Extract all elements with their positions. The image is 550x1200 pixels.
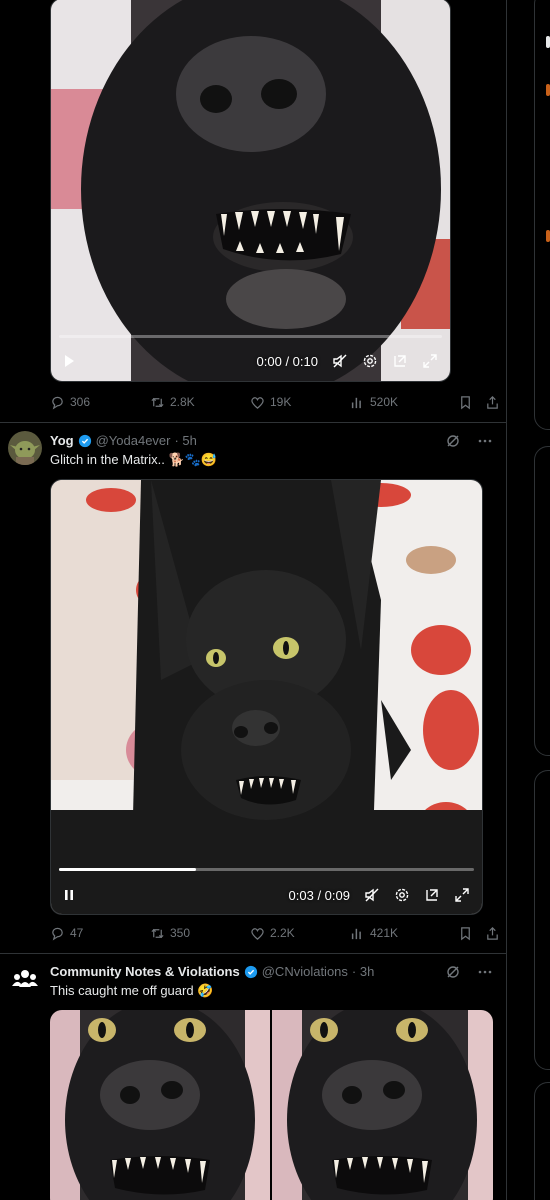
sidebar-card-text-fragment [546, 84, 550, 96]
pip-icon[interactable] [392, 353, 408, 369]
fullscreen-icon[interactable] [422, 353, 438, 369]
post-time[interactable]: · 3h [352, 964, 374, 979]
reply-count: 306 [70, 395, 91, 409]
post-3-text: This caught me off guard 🤣 [50, 983, 214, 998]
post-2[interactable]: Yog @Yoda4ever · 5h Glitch in the Matrix… [0, 423, 506, 953]
reply-button[interactable]: 47 [50, 926, 150, 941]
bookmark-icon[interactable] [458, 395, 473, 410]
repost-count: 2.8K [170, 395, 195, 409]
pip-icon[interactable] [424, 887, 440, 903]
video-progress-track[interactable] [59, 335, 442, 338]
sidebar-card[interactable] [534, 1082, 550, 1200]
settings-icon[interactable] [394, 887, 410, 903]
video-progress-track[interactable] [59, 868, 474, 871]
heart-icon [251, 927, 264, 940]
mute-icon[interactable] [364, 887, 380, 903]
grok-icon[interactable] [445, 964, 461, 980]
settings-icon[interactable] [362, 353, 378, 369]
video-time: 0:03 / 0:09 [288, 887, 350, 903]
post-3-header: Community Notes & Violations @CNviolatio… [50, 964, 374, 979]
dog-photo-left[interactable] [50, 1010, 270, 1200]
avatar[interactable] [8, 431, 42, 465]
share-icon[interactable] [485, 395, 500, 410]
post-1-video[interactable]: 0:00 / 0:10 [50, 0, 451, 382]
post-3-media-grid[interactable] [50, 1010, 493, 1200]
post-1-actions: 306 2.8K 19K 520K [50, 394, 500, 410]
reply-icon [52, 396, 63, 409]
view-count: 520K [370, 395, 399, 409]
repost-button[interactable]: 2.8K [150, 395, 250, 410]
repost-icon [151, 397, 164, 407]
more-icon[interactable] [477, 433, 493, 449]
post-time[interactable]: · 5h [174, 433, 196, 448]
reply-icon [52, 927, 63, 940]
like-count: 19K [270, 395, 292, 409]
sidebar-card[interactable] [534, 446, 550, 756]
play-icon[interactable] [61, 353, 77, 369]
sidebar-card-text-fragment [546, 230, 550, 242]
reply-button[interactable]: 306 [50, 395, 150, 410]
heart-icon [251, 396, 264, 409]
grok-icon[interactable] [445, 433, 461, 449]
post-2-actions: 47 350 2.2K 421K [50, 925, 500, 941]
reply-count: 47 [70, 926, 84, 940]
timeline-feed: 0:00 / 0:10 306 2.8K 19K 520K Yog @Yoda4… [0, 0, 507, 1200]
sidebar-card[interactable] [534, 0, 550, 430]
views-button[interactable]: 520K [350, 395, 450, 410]
video-progress-fill [59, 868, 196, 871]
mute-icon[interactable] [332, 353, 348, 369]
video-controls: 0:03 / 0:09 [61, 885, 470, 905]
post-3[interactable]: Community Notes & Violations @CNviolatio… [0, 954, 506, 1200]
like-count: 2.2K [270, 926, 295, 940]
author-handle[interactable]: @CNviolations [262, 964, 348, 979]
avatar[interactable] [8, 962, 42, 996]
repost-icon [151, 928, 164, 938]
video-time: 0:00 / 0:10 [256, 353, 318, 369]
post-2-video[interactable]: 0:03 / 0:09 [50, 479, 483, 915]
share-icon[interactable] [485, 926, 500, 941]
post-2-top-icons [445, 433, 493, 449]
fullscreen-icon[interactable] [454, 887, 470, 903]
like-button[interactable]: 2.2K [250, 926, 350, 941]
views-icon [351, 397, 361, 408]
sidebar-card-text-fragment [546, 36, 550, 48]
views-button[interactable]: 421K [350, 926, 450, 941]
pause-icon[interactable] [61, 887, 77, 903]
post-3-top-icons [445, 964, 493, 980]
repost-button[interactable]: 350 [150, 926, 250, 941]
author-name[interactable]: Community Notes & Violations [50, 964, 240, 979]
verified-badge-icon [244, 965, 257, 978]
dog-photo-right[interactable] [272, 1010, 493, 1200]
views-icon [351, 928, 361, 939]
more-icon[interactable] [477, 964, 493, 980]
two-cats-photo [51, 480, 482, 914]
right-sidebar [508, 0, 550, 1200]
repost-count: 350 [170, 926, 191, 940]
dog-photo [51, 0, 450, 381]
author-name[interactable]: Yog [50, 433, 74, 448]
bookmark-icon[interactable] [458, 926, 473, 941]
community-notes-avatar-icon [12, 970, 38, 987]
post-2-header: Yog @Yoda4ever · 5h [50, 433, 197, 448]
sidebar-card[interactable] [534, 770, 550, 1070]
view-count: 421K [370, 926, 399, 940]
video-controls: 0:00 / 0:10 [61, 351, 438, 371]
verified-badge-icon [78, 434, 91, 447]
post-2-text: Glitch in the Matrix.. 🐕🐾😅 [50, 452, 218, 467]
author-handle[interactable]: @Yoda4ever [96, 433, 171, 448]
like-button[interactable]: 19K [250, 395, 350, 410]
post-1[interactable]: 0:00 / 0:10 306 2.8K 19K 520K [0, 0, 506, 422]
yoda-avatar-image [8, 431, 42, 465]
